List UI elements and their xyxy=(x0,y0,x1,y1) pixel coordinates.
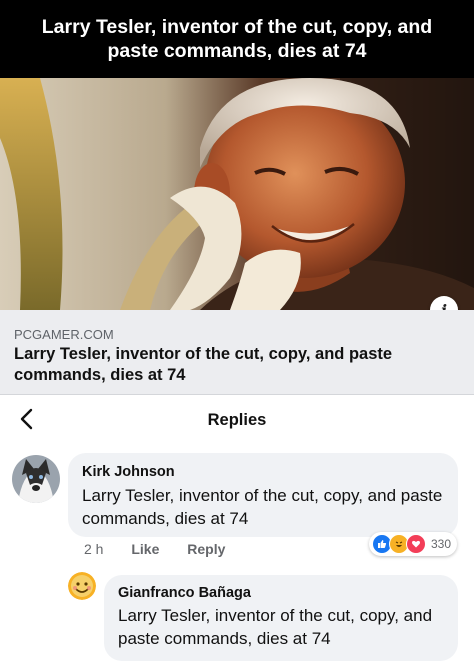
avatar-kirk-johnson[interactable] xyxy=(12,455,60,503)
link-domain: PCGAMER.COM xyxy=(14,327,114,342)
comment-time: 2 h xyxy=(84,541,104,557)
comment-bubble[interactable]: Kirk Johnson Larry Tesler, inventor of t… xyxy=(68,453,458,537)
comment-text: Larry Tesler, inventor of the cut, copy,… xyxy=(82,486,443,528)
reaction-count: 330 xyxy=(431,537,452,551)
link-title: Larry Tesler, inventor of the cut, copy,… xyxy=(14,345,393,384)
avatar-gianfranco-banaga[interactable] xyxy=(68,572,96,600)
comment-actions: 2 h Like Reply xyxy=(84,541,249,557)
meme-title: Larry Tesler, inventor of the cut, copy,… xyxy=(41,16,433,62)
comment-bubble[interactable]: Gianfranco Bañaga Larry Tesler, inventor… xyxy=(104,575,458,661)
reply-button[interactable]: Reply xyxy=(187,541,225,557)
article-photo-image xyxy=(0,78,474,310)
replies-title: Replies xyxy=(207,411,267,429)
reaction-summary[interactable]: 330 xyxy=(369,532,458,556)
love-icon xyxy=(406,534,426,554)
meme-header: Larry Tesler, inventor of the cut, copy,… xyxy=(0,0,474,78)
article-photo[interactable] xyxy=(0,78,474,310)
like-button[interactable]: Like xyxy=(131,541,159,557)
comment-author[interactable]: Kirk Johnson xyxy=(82,464,175,480)
replies-header: Replies xyxy=(0,395,474,445)
link-preview-card[interactable]: PCGAMER.COM Larry Tesler, inventor of th… xyxy=(0,310,474,394)
comment-text: Larry Tesler, inventor of the cut, copy,… xyxy=(118,606,433,648)
comment-author[interactable]: Gianfranco Bañaga xyxy=(118,585,251,601)
